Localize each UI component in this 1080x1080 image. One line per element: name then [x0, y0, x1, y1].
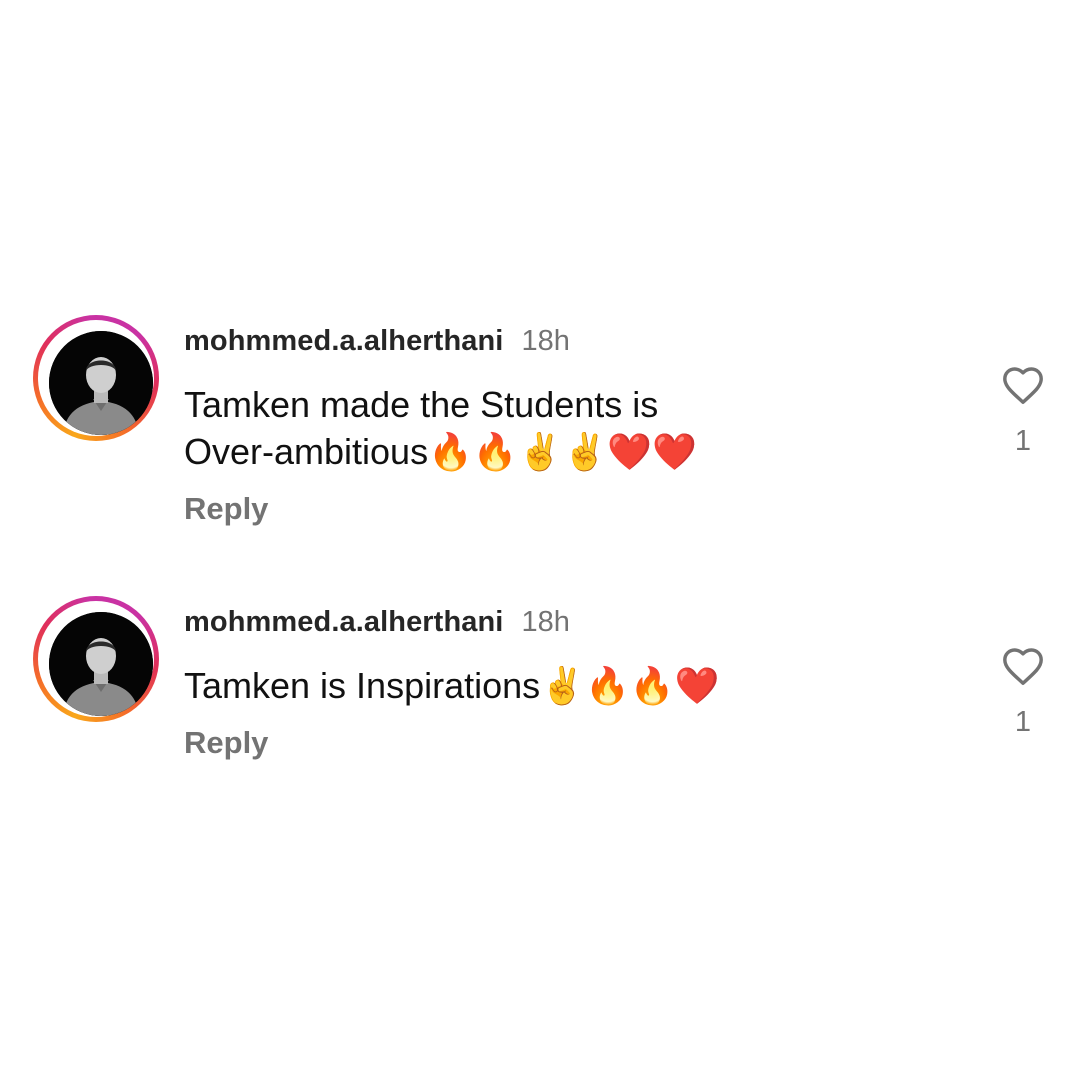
- username[interactable]: mohmmed.a.alherthani: [184, 606, 503, 639]
- like-count: 1: [1014, 706, 1032, 738]
- comment-item: mohmmed.a.alherthani 18h Tamken is Inspi…: [0, 596, 1080, 776]
- avatar: [49, 331, 153, 435]
- heart-outline-icon[interactable]: [1001, 646, 1045, 686]
- like-count: 1: [1014, 425, 1032, 457]
- avatar: [49, 612, 153, 716]
- reply-button[interactable]: Reply: [184, 491, 268, 527]
- avatar-story-ring[interactable]: [33, 596, 159, 722]
- heart-outline-icon[interactable]: [1001, 365, 1045, 405]
- person-photo-icon: [49, 612, 153, 716]
- comments-page: mohmmed.a.alherthani 18h Tamken made the…: [0, 0, 1080, 1080]
- comment-header: mohmmed.a.alherthani 18h: [184, 606, 570, 646]
- person-photo-icon: [49, 331, 153, 435]
- timestamp: 18h: [521, 606, 570, 638]
- comment-text: Tamken is Inspirations✌️🔥🔥❤️: [184, 665, 720, 706]
- comment-item: mohmmed.a.alherthani 18h Tamken made the…: [0, 315, 1080, 540]
- timestamp: 18h: [521, 325, 570, 357]
- comment-text: Tamken made the Students is Over-ambitio…: [184, 384, 698, 472]
- avatar-story-ring[interactable]: [33, 315, 159, 441]
- username[interactable]: mohmmed.a.alherthani: [184, 325, 503, 358]
- comment-header: mohmmed.a.alherthani 18h: [184, 325, 570, 365]
- reply-button[interactable]: Reply: [184, 725, 268, 761]
